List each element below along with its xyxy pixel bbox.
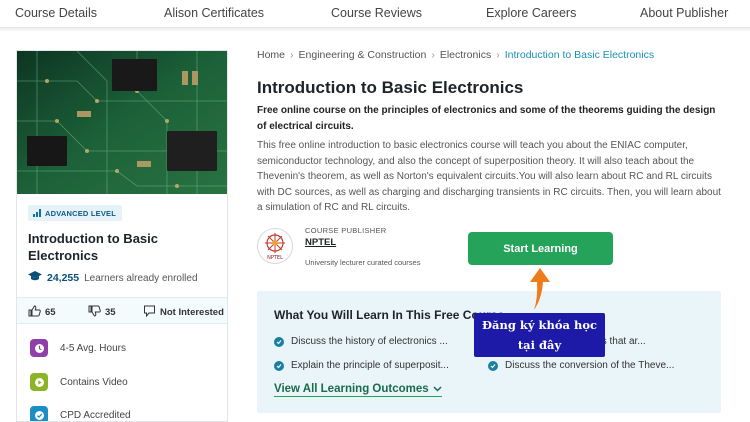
view-all-label: View All Learning Outcomes — [274, 383, 429, 395]
chevron-down-icon — [433, 383, 442, 395]
certificate-icon — [30, 406, 48, 421]
not-interested-button[interactable]: Not Interested — [143, 305, 224, 320]
page-title: Introduction to Basic Electronics — [257, 78, 524, 97]
dislike-button[interactable]: 35 — [88, 305, 116, 320]
breadcrumb: Home › Engineering & Construction › Elec… — [257, 49, 654, 61]
enrolled-count: 24,255 Learners already enrolled — [28, 271, 198, 285]
nav-course-reviews[interactable]: Course Reviews — [331, 6, 422, 20]
outcome-text: Discuss the history of electronics ... — [291, 336, 448, 347]
annotation-line-1: Đăng ký khóa học — [481, 318, 598, 332]
nav-course-details[interactable]: Course Details — [15, 6, 97, 20]
course-image — [17, 51, 227, 194]
level-label: ADVANCED LEVEL — [45, 208, 116, 218]
nav-explore-careers[interactable]: Explore Careers — [486, 6, 576, 20]
breadcrumb-engineering[interactable]: Engineering & Construction — [299, 49, 427, 61]
nav-shadow — [0, 28, 750, 32]
chevron-right-icon: › — [290, 49, 294, 61]
dislike-count: 35 — [105, 307, 116, 318]
outcome-item: Explain the principle of superposit... — [274, 360, 449, 371]
play-icon — [30, 373, 48, 391]
course-subtitle: Free online course on the principles of … — [257, 105, 716, 132]
thumbs-up-icon — [28, 305, 41, 320]
course-card: ADVANCED LEVEL Introduction to Basic Ele… — [16, 50, 228, 422]
nav-alison-certificates[interactable]: Alison Certificates — [164, 6, 264, 20]
level-bars-icon — [33, 209, 41, 217]
clock-icon — [30, 339, 48, 357]
feature-hours: 4-5 Avg. Hours — [30, 339, 126, 357]
publisher-note: University lecturer curated courses — [305, 258, 421, 267]
breadcrumb-current[interactable]: Introduction to Basic Electronics — [505, 49, 654, 61]
card-course-title: Introduction to Basic Electronics — [28, 231, 158, 263]
not-interested-label: Not Interested — [160, 307, 224, 318]
start-learning-button[interactable]: Start Learning — [468, 232, 613, 265]
chevron-right-icon: › — [431, 49, 435, 61]
check-icon — [488, 360, 498, 371]
feature-video-label: Contains Video — [60, 376, 128, 388]
annotation-arrow-icon — [530, 268, 550, 310]
annotation-line-2: tại đây — [517, 338, 562, 352]
enrolled-number: 24,255 — [47, 272, 80, 284]
outcome-item: Discuss the conversion of the Theve... — [488, 360, 674, 371]
publisher-logo[interactable]: NPTEL — [257, 228, 293, 264]
outcome-item: Discuss the history of electronics ... — [274, 336, 448, 347]
feature-video: Contains Video — [30, 373, 128, 391]
outcome-text: Explain the principle of superposit... — [291, 360, 449, 371]
like-button[interactable]: 65 — [28, 305, 56, 320]
breadcrumb-electronics[interactable]: Electronics — [440, 49, 491, 61]
view-all-outcomes-link[interactable]: View All Learning Outcomes — [274, 383, 442, 397]
annotation-callout: Đăng ký khóa học tại đây — [474, 313, 605, 357]
graduation-cap-icon — [28, 271, 42, 285]
publisher-name[interactable]: NPTEL — [305, 237, 336, 248]
feature-hours-label: 4-5 Avg. Hours — [60, 342, 126, 354]
breadcrumb-home[interactable]: Home — [257, 49, 285, 61]
votes-bar: 65 35 Not Interested — [17, 297, 227, 324]
course-description: This free online introduction to basic e… — [257, 140, 721, 213]
chevron-right-icon: › — [496, 49, 500, 61]
outcome-text: Discuss the conversion of the Theve... — [505, 360, 675, 371]
top-nav: Course Details Alison Certificates Cours… — [0, 0, 750, 32]
check-icon — [274, 336, 284, 347]
publisher-logo-text: NPTEL — [267, 255, 283, 261]
thumbs-down-icon — [88, 305, 101, 320]
enrolled-label: Learners already enrolled — [84, 272, 198, 284]
like-count: 65 — [45, 307, 56, 318]
learning-outcomes-title: What You Will Learn In This Free Course — [274, 308, 505, 322]
feature-cpd: CPD Accredited — [30, 406, 131, 421]
nav-about-publisher[interactable]: About Publisher — [640, 6, 728, 20]
feature-cpd-label: CPD Accredited — [60, 409, 131, 421]
level-badge: ADVANCED LEVEL — [28, 205, 122, 221]
check-icon — [274, 360, 284, 371]
not-interested-icon — [143, 305, 156, 320]
publisher-label: COURSE PUBLISHER — [305, 226, 387, 235]
